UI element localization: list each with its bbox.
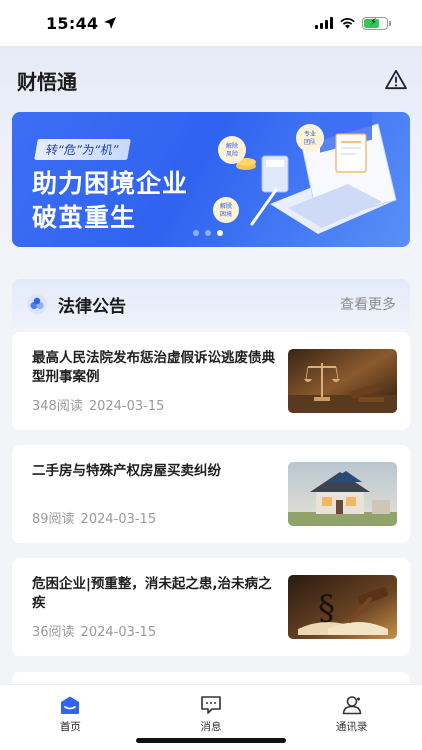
house-thumbnail [288,462,397,526]
svg-text:解除: 解除 [226,142,238,150]
status-time: 15:44 [46,13,99,33]
tab-contacts[interactable]: 通讯录 [281,685,422,750]
message-icon [201,696,221,714]
banner-title-line2: 破茧重生 [32,203,137,232]
promo-banner[interactable]: 转“危”为“机” 助力困境企业 破茧重生 解除 风险 专业 团队 解脱 困境 [12,112,410,247]
news-title: 最高人民法院发布惩治虚假诉讼逃废债典型刑事案例 [32,350,275,385]
news-date: 2024-03-15 [80,625,157,640]
news-meta: 89阅读 2024-03-15 [32,508,156,527]
laptop-illustration: 解除 风险 专业 团队 解脱 困境 [213,112,397,234]
svg-text:§: § [318,588,335,628]
svg-text:解脱: 解脱 [220,202,232,210]
wifi-icon [340,18,355,29]
carousel-dot[interactable] [193,230,199,236]
news-title: 二手房与特殊产权房屋买卖纠纷 [32,463,221,479]
news-card[interactable]: 最高人民法院发布惩治虚假诉讼逃废债典型刑事案例 348阅读 2024-03-15 [12,332,410,430]
tab-contacts-label: 通讯录 [335,721,368,733]
svg-text:风险: 风险 [226,150,238,158]
news-meta: 36阅读 2024-03-15 [32,621,156,640]
home-indicator [136,738,286,743]
carousel-dot[interactable] [205,230,211,236]
contacts-icon [342,696,361,715]
banner-title-line1: 助力困境企业 [32,169,189,198]
news-date: 2024-03-15 [88,399,165,414]
news-reads: 348阅读 [32,399,83,414]
news-card[interactable]: 危困企业|预重整，消未起之患,治未病之疾 36阅读 2024-03-15 § [12,558,410,656]
news-date: 2024-03-15 [80,512,157,527]
tab-messages-label: 消息 [200,721,222,733]
cellular-signal-icon [315,17,333,29]
tab-home[interactable]: 首页 [0,685,141,750]
battery-icon: ⚡ [362,16,391,30]
carousel-dot-active[interactable] [217,230,223,236]
carousel-dots[interactable] [193,230,223,236]
news-title: 危困企业|预重整，消未起之患,治未病之疾 [32,576,272,611]
svg-text:团队: 团队 [304,138,316,146]
status-bar: 15:44 ⚡ [0,0,422,46]
view-more-link[interactable]: 查看更多 [340,294,396,314]
app-title: 财悟通 [17,69,77,94]
tab-home-label: 首页 [59,721,81,733]
section-title: 法律公告 [58,296,126,317]
scales-of-justice-thumbnail [288,349,397,413]
warning-icon[interactable] [384,68,408,92]
section-header-legal: 法律公告 查看更多 [12,279,410,329]
home-icon [61,696,80,714]
legal-announcement-icon [27,294,47,314]
app-header: 财悟通 [17,60,408,100]
location-arrow-icon [104,17,117,29]
svg-text:困境: 困境 [220,210,232,218]
news-reads: 36阅读 [32,625,75,640]
gavel-thumbnail: § [288,575,397,639]
svg-text:专业: 专业 [304,130,316,138]
news-reads: 89阅读 [32,512,75,527]
banner-tag: 转“危”为“机” [34,139,131,160]
news-meta: 348阅读 2024-03-15 [32,395,164,414]
status-indicators: ⚡ [315,16,391,30]
news-card[interactable]: 二手房与特殊产权房屋买卖纠纷 89阅读 2024-03-15 [12,445,410,543]
